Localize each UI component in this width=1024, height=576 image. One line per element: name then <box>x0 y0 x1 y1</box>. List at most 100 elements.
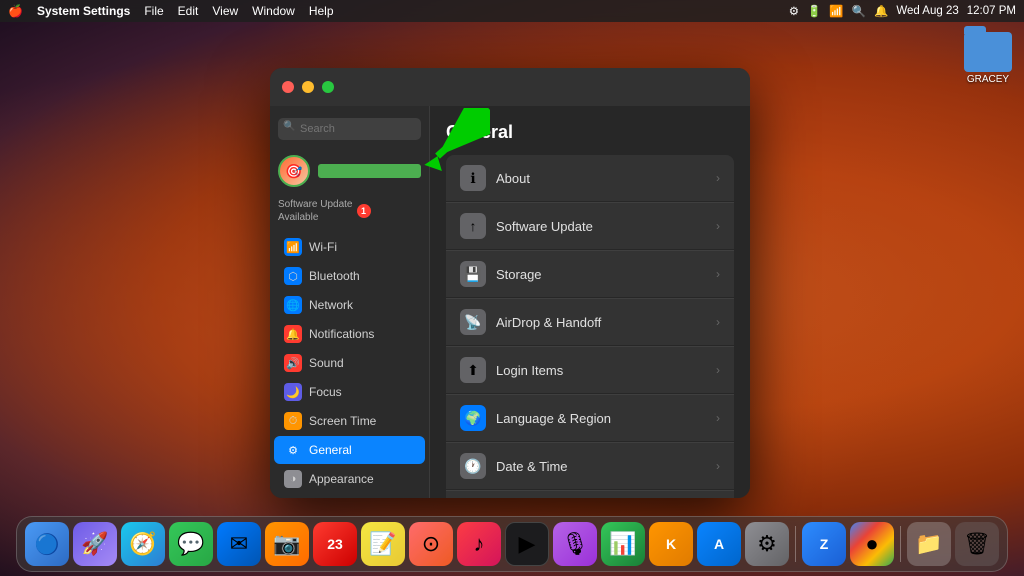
menubar: 🍎 System Settings File Edit View Window … <box>0 0 1024 22</box>
settings-item-storage[interactable]: 💾 Storage › <box>446 250 734 297</box>
podcasts-icon: 🎙 <box>561 531 589 557</box>
folder-label: GRACEY <box>967 74 1009 85</box>
language-chevron-icon: › <box>716 411 720 425</box>
sidebar: 🎯 Software UpdateAvailable 1 📶 Wi-Fi ⬡ B… <box>270 106 430 498</box>
dock-item-music[interactable]: ♪ <box>457 522 501 566</box>
sidebar-label-network: Network <box>309 298 353 312</box>
menubar-right: ⚙ 🔋 📶 🔍 🔔 Wed Aug 23 12:07 PM <box>789 4 1016 18</box>
app-name[interactable]: System Settings <box>37 4 130 18</box>
dock-item-safari[interactable]: 🧭 <box>121 522 165 566</box>
sidebar-item-sound[interactable]: 🔊 Sound <box>274 349 425 377</box>
login-chevron-icon: › <box>716 363 720 377</box>
safari-icon: 🧭 <box>129 531 156 557</box>
sidebar-label-wifi: Wi-Fi <box>309 240 337 254</box>
dock: 🔵 🚀 🧭 💬 ✉ 📷 23 📝 ⊙ ♪ ▶ 🎙 📊 K A ⚙ <box>16 516 1008 572</box>
datetime-chevron-icon: › <box>716 459 720 473</box>
menu-view[interactable]: View <box>212 4 238 18</box>
dock-item-calendar[interactable]: 23 <box>313 522 357 566</box>
settings-item-language[interactable]: 🌍 Language & Region › <box>446 394 734 441</box>
dock-item-appletv[interactable]: ▶ <box>505 522 549 566</box>
window-titlebar <box>270 68 750 106</box>
menu-edit[interactable]: Edit <box>178 4 199 18</box>
dock-item-chrome[interactable]: ● <box>850 522 894 566</box>
update-count-badge: 1 <box>357 204 371 218</box>
dock-item-podcasts[interactable]: 🎙 <box>553 522 597 566</box>
sidebar-item-notifications[interactable]: 🔔 Notifications <box>274 320 425 348</box>
messages-icon: 💬 <box>177 531 204 557</box>
sidebar-label-notifications: Notifications <box>309 327 374 341</box>
window-body: 🎯 Software UpdateAvailable 1 📶 Wi-Fi ⬡ B… <box>270 106 750 498</box>
apple-menu[interactable]: 🍎 <box>8 4 23 18</box>
about-chevron-icon: › <box>716 171 720 185</box>
sidebar-search-container <box>270 114 429 148</box>
sidebar-item-screentime[interactable]: ⏱ Screen Time <box>274 407 425 435</box>
storage-icon: 💾 <box>460 261 486 287</box>
about-label: About <box>496 171 706 186</box>
storage-chevron-icon: › <box>716 267 720 281</box>
menu-notification-icon[interactable]: 🔔 <box>874 4 888 18</box>
calendar-icon: 23 <box>327 536 343 552</box>
appstore-icon: A <box>714 536 724 552</box>
dock-separator-2 <box>900 526 901 562</box>
menu-file[interactable]: File <box>144 4 163 18</box>
airdrop-chevron-icon: › <box>716 315 720 329</box>
desktop-folder[interactable]: GRACEY <box>964 32 1012 85</box>
avatar: 🎯 <box>278 155 310 187</box>
menu-wifi-icon[interactable]: 📶 <box>829 4 843 18</box>
login-items-label: Login Items <box>496 363 706 378</box>
sysprefs-icon: ⚙ <box>757 531 777 557</box>
minimize-button[interactable] <box>302 81 314 93</box>
sidebar-item-network[interactable]: 🌐 Network <box>274 291 425 319</box>
dock-item-notes[interactable]: 📝 <box>361 522 405 566</box>
folder-icon <box>964 32 1012 72</box>
dock-item-sysprefs[interactable]: ⚙ <box>745 522 789 566</box>
sidebar-label-general: General <box>309 443 352 457</box>
dock-item-finder[interactable]: 🔵 <box>25 522 69 566</box>
menu-search-icon[interactable]: 🔍 <box>852 4 866 18</box>
dock-item-appstore[interactable]: A <box>697 522 741 566</box>
datetime-label: Date & Time <box>496 459 706 474</box>
dock-item-trash[interactable]: 🗑 <box>955 522 999 566</box>
sidebar-label-focus: Focus <box>309 385 342 399</box>
settings-item-airdrop[interactable]: 📡 AirDrop & Handoff › <box>446 298 734 345</box>
main-content: General ℹ About › ↑ Software Update › 💾 … <box>430 106 750 498</box>
dock-separator <box>795 526 796 562</box>
search-input[interactable] <box>278 118 421 140</box>
photos-icon: 📷 <box>273 531 300 557</box>
dock-item-zoom[interactable]: Z <box>802 522 846 566</box>
close-button[interactable] <box>282 81 294 93</box>
settings-item-sharing[interactable]: ↗ Sharing › <box>446 490 734 498</box>
chrome-icon: ● <box>865 531 878 557</box>
dock-item-reminders[interactable]: ⊙ <box>409 522 453 566</box>
wifi-icon: 📶 <box>284 238 302 256</box>
menu-battery-icon[interactable]: 🔋 <box>807 4 821 18</box>
dock-item-mail[interactable]: ✉ <box>217 522 261 566</box>
settings-item-login-items[interactable]: ⬆ Login Items › <box>446 346 734 393</box>
sidebar-item-general[interactable]: ⚙ General <box>274 436 425 464</box>
maximize-button[interactable] <box>322 81 334 93</box>
sidebar-item-wifi[interactable]: 📶 Wi-Fi <box>274 233 425 261</box>
airdrop-label: AirDrop & Handoff <box>496 315 706 330</box>
sidebar-item-bluetooth[interactable]: ⬡ Bluetooth <box>274 262 425 290</box>
software-update-chevron-icon: › <box>716 219 720 233</box>
trash-icon: 🗑 <box>963 531 991 557</box>
dock-item-keynote[interactable]: K <box>649 522 693 566</box>
sidebar-item-appearance[interactable]: ◑ Appearance <box>274 465 425 493</box>
update-text: Software UpdateAvailable <box>278 198 353 224</box>
update-badge-section: Software UpdateAvailable 1 <box>270 194 429 232</box>
sidebar-item-focus[interactable]: 🌙 Focus <box>274 378 425 406</box>
dock-item-launchpad[interactable]: 🚀 <box>73 522 117 566</box>
dock-item-numbers[interactable]: 📊 <box>601 522 645 566</box>
menu-help[interactable]: Help <box>309 4 334 18</box>
user-section[interactable]: 🎯 <box>270 149 429 193</box>
settings-item-about[interactable]: ℹ About › <box>446 155 734 201</box>
dock-item-photos[interactable]: 📷 <box>265 522 309 566</box>
dock-item-files[interactable]: 📁 <box>907 522 951 566</box>
menu-gear-icon[interactable]: ⚙ <box>789 4 799 18</box>
settings-item-software-update[interactable]: ↑ Software Update › <box>446 202 734 249</box>
settings-item-datetime[interactable]: 🕐 Date & Time › <box>446 442 734 489</box>
dock-item-messages[interactable]: 💬 <box>169 522 213 566</box>
menu-window[interactable]: Window <box>252 4 295 18</box>
sidebar-item-accessibility[interactable]: ♿ Accessibility <box>274 494 425 498</box>
reminders-icon: ⊙ <box>422 531 440 557</box>
